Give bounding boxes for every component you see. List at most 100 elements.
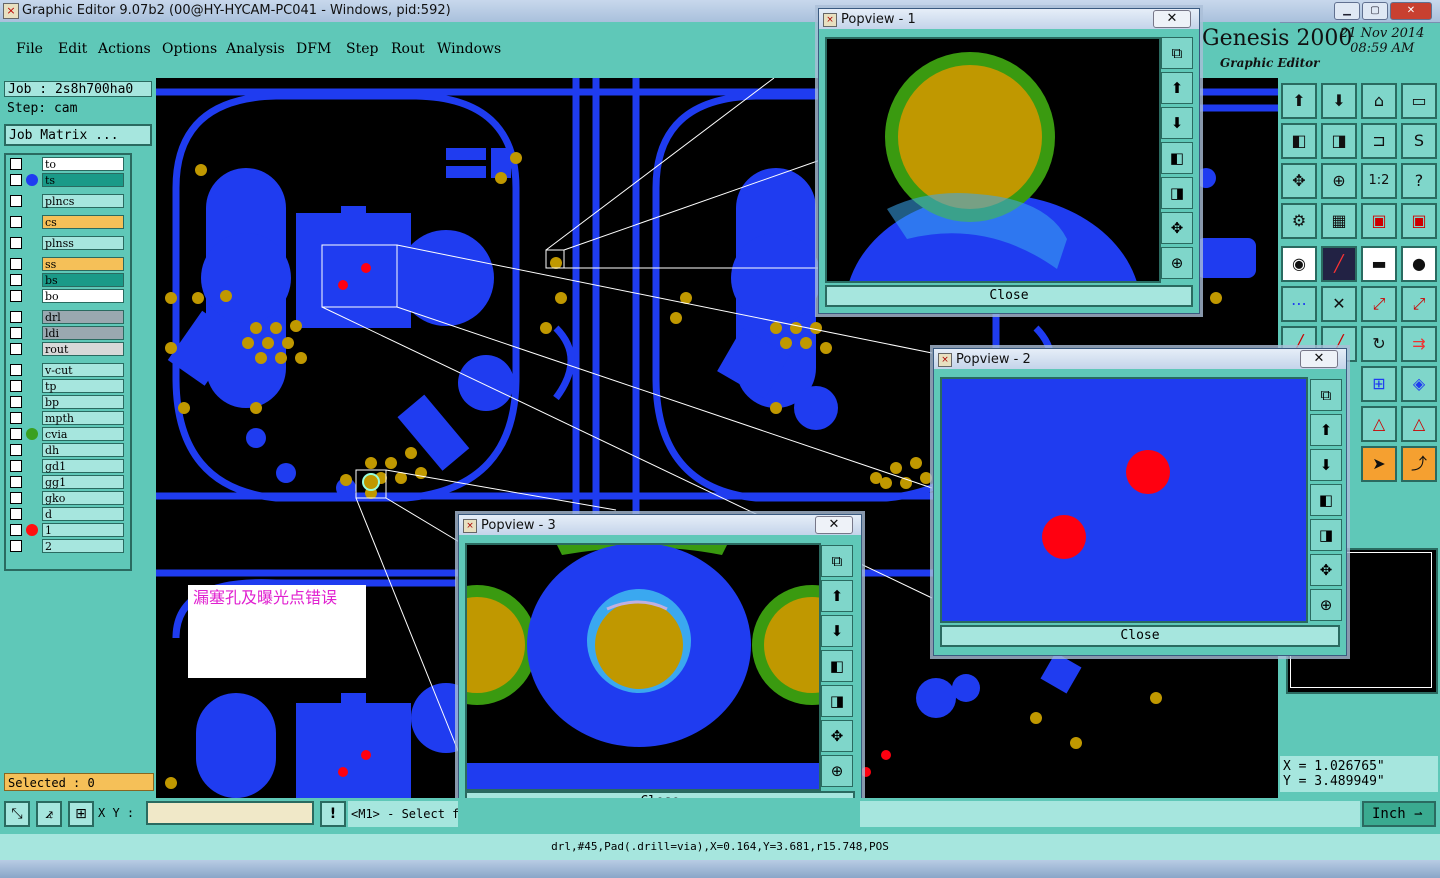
menu-file[interactable]: File — [16, 41, 43, 57]
measure-line-icon[interactable]: ⦨ — [36, 801, 62, 827]
layer-checkbox[interactable] — [10, 174, 22, 186]
layer-row-dh[interactable]: dh — [8, 443, 126, 457]
menu-rout[interactable]: Rout — [391, 41, 425, 57]
layer-checkbox[interactable] — [10, 396, 22, 408]
popview-down-icon[interactable]: ⬇ — [821, 615, 853, 647]
popview-fit-icon[interactable]: ✥ — [1310, 554, 1342, 586]
menu-actions[interactable]: Actions — [98, 41, 151, 57]
units-select[interactable]: Inch ⇀ — [1362, 801, 1436, 827]
xy-input[interactable] — [146, 801, 314, 825]
target-icon[interactable]: ● — [1401, 246, 1437, 282]
layer-row-gd1[interactable]: gd1 — [8, 459, 126, 473]
popview-left-icon[interactable]: ◧ — [821, 650, 853, 682]
layer-view-icon[interactable]: ▣ — [1361, 203, 1397, 239]
popview-zoom-icon[interactable]: ⧉ — [821, 545, 853, 577]
menu-dfm[interactable]: DFM — [296, 41, 331, 57]
close-window-button[interactable]: ✕ — [1390, 2, 1432, 20]
layer-row-to[interactable]: to — [8, 157, 126, 171]
popview-2-close-x[interactable]: ✕ — [1300, 350, 1338, 368]
triangle-2-icon[interactable]: △ — [1401, 406, 1437, 442]
fit-all-icon[interactable]: ✥ — [1281, 163, 1317, 199]
layer-view-2-icon[interactable]: ▣ — [1401, 203, 1437, 239]
select-pad-icon[interactable]: ◉ — [1281, 246, 1317, 282]
job-matrix-button[interactable]: Job Matrix ... — [4, 124, 152, 146]
grid-toggle-icon[interactable]: ⊞ — [68, 801, 94, 827]
popview-up-icon[interactable]: ⬆ — [1310, 414, 1342, 446]
layer-row-drl[interactable]: drl — [8, 310, 126, 324]
alert-icon[interactable]: ! — [320, 801, 346, 827]
layer-checkbox[interactable] — [10, 216, 22, 228]
fit-top-icon[interactable]: ⬆ — [1281, 83, 1317, 119]
layer-row-1[interactable]: 1 — [8, 523, 126, 537]
zoom-box-icon[interactable]: ⤡ — [4, 801, 30, 827]
popview-3-view[interactable] — [465, 543, 821, 791]
layer-row-d[interactable]: d — [8, 507, 126, 521]
popview-zoom-icon[interactable]: ⧉ — [1310, 379, 1342, 411]
window-icon[interactable]: ▭ — [1401, 83, 1437, 119]
layer-row-bp[interactable]: bp — [8, 395, 126, 409]
layer-checkbox[interactable] — [10, 524, 22, 536]
help-icon[interactable]: ? — [1401, 163, 1437, 199]
layer-checkbox[interactable] — [10, 195, 22, 207]
layer-row-bo[interactable]: bo — [8, 289, 126, 303]
shapes-icon[interactable]: ◈ — [1401, 366, 1437, 402]
layer-checkbox[interactable] — [10, 460, 22, 472]
layer-row-plncs[interactable]: plncs — [8, 194, 126, 208]
layer-row-plnss[interactable]: plnss — [8, 236, 126, 250]
pointer-icon[interactable]: ➤ — [1361, 446, 1397, 482]
layer-row-mpth[interactable]: mpth — [8, 411, 126, 425]
popview-center-icon[interactable]: ⊕ — [821, 755, 853, 787]
popview-3-close-x[interactable]: ✕ — [815, 516, 853, 534]
layer-checkbox[interactable] — [10, 343, 22, 355]
mirror-icon[interactable]: ⇉ — [1401, 326, 1437, 362]
layer-checkbox[interactable] — [10, 444, 22, 456]
popview-up-icon[interactable]: ⬆ — [1161, 72, 1193, 104]
layer-checkbox[interactable] — [10, 311, 22, 323]
route-icon[interactable]: ⤴ — [1401, 446, 1437, 482]
popview-right-icon[interactable]: ◨ — [821, 685, 853, 717]
layer-checkbox[interactable] — [10, 158, 22, 170]
node-icon[interactable]: ⋯ — [1281, 286, 1317, 322]
ratio-icon[interactable]: 1:2 — [1361, 163, 1397, 199]
ruler-icon[interactable]: ▬ — [1361, 246, 1397, 282]
layer-row-gko[interactable]: gko — [8, 491, 126, 505]
grid-icon[interactable]: ▦ — [1321, 203, 1357, 239]
home-icon[interactable]: ⌂ — [1361, 83, 1397, 119]
popview-1-view[interactable] — [825, 37, 1161, 283]
cross-icon[interactable]: ✕ — [1321, 286, 1357, 322]
fit-down-icon[interactable]: ⬇ — [1321, 83, 1357, 119]
popview-left-icon[interactable]: ◧ — [1310, 484, 1342, 516]
popview-fit-icon[interactable]: ✥ — [821, 720, 853, 752]
popview-left-icon[interactable]: ◧ — [1161, 142, 1193, 174]
layer-checkbox[interactable] — [10, 364, 22, 376]
popview-center-icon[interactable]: ⊕ — [1161, 247, 1193, 279]
layer-checkbox[interactable] — [10, 274, 22, 286]
layer-row-2[interactable]: 2 — [8, 539, 126, 553]
popview-right-icon[interactable]: ◨ — [1161, 177, 1193, 209]
layer-checkbox[interactable] — [10, 492, 22, 504]
layer-row-tp[interactable]: tp — [8, 379, 126, 393]
layer-checkbox[interactable] — [10, 258, 22, 270]
pan-left-icon[interactable]: ◧ — [1281, 123, 1317, 159]
popview-fit-icon[interactable]: ✥ — [1161, 212, 1193, 244]
popview-center-icon[interactable]: ⊕ — [1310, 589, 1342, 621]
popview-right-icon[interactable]: ◨ — [1310, 519, 1342, 551]
popview-2-close-button[interactable]: Close — [940, 625, 1340, 647]
menu-windows[interactable]: Windows — [437, 41, 501, 57]
rotate-icon[interactable]: ↻ — [1361, 326, 1397, 362]
menu-analysis[interactable]: Analysis — [226, 41, 285, 57]
layer-row-cvia[interactable]: cvia — [8, 427, 126, 441]
popview-up-icon[interactable]: ⬆ — [821, 580, 853, 612]
triangle-icon[interactable]: △ — [1361, 406, 1397, 442]
layer-checkbox[interactable] — [10, 540, 22, 552]
menu-options[interactable]: Options — [162, 41, 217, 57]
popview-zoom-icon[interactable]: ⧉ — [1161, 37, 1193, 69]
snap-2-icon[interactable]: ⤢ — [1401, 286, 1437, 322]
popview-1-close-x[interactable]: ✕ — [1153, 10, 1191, 28]
menu-step[interactable]: Step — [346, 41, 378, 57]
layer-checkbox[interactable] — [10, 508, 22, 520]
layer-checkbox[interactable] — [10, 380, 22, 392]
pan-right-icon[interactable]: ◨ — [1321, 123, 1357, 159]
snap-icon[interactable]: ⤢ — [1361, 286, 1397, 322]
layer-checkbox[interactable] — [10, 428, 22, 440]
